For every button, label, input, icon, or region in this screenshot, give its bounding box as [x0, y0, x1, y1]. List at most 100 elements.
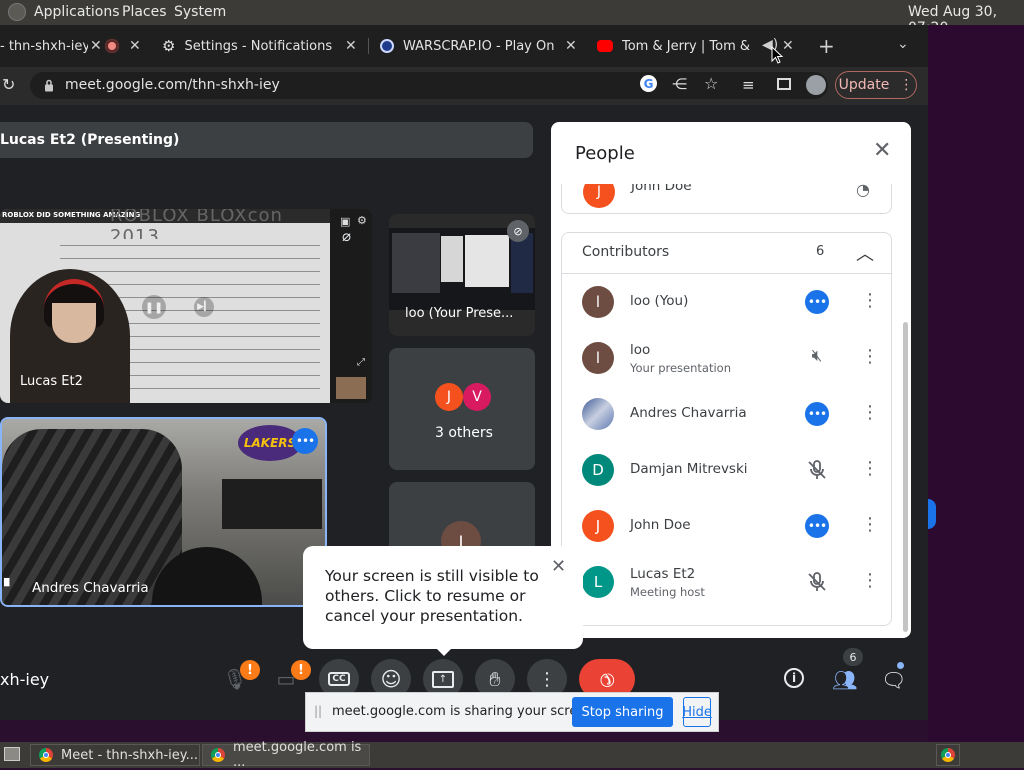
close-icon[interactable]: ✕	[873, 138, 891, 163]
partial-blue-button	[928, 499, 936, 529]
participant-row[interactable]: Andres Chavarria ••• ⋮	[561, 386, 881, 442]
settings-icon[interactable]: ⚙	[357, 214, 367, 227]
tile-others[interactable]: J V 3 others	[389, 348, 535, 470]
contributors-header[interactable]: Contributors 6 ︿	[562, 233, 891, 274]
preview-block	[441, 236, 463, 282]
system-menu[interactable]: System	[174, 4, 226, 20]
more-options-icon[interactable]: •••	[805, 290, 829, 314]
tray-chrome[interactable]	[936, 744, 960, 766]
tab-warscrap[interactable]: WARSCRAP.IO - Play Onl	[380, 25, 560, 67]
avatar-photo	[582, 398, 614, 430]
tab-close-icon[interactable]: ✕	[782, 38, 794, 54]
lock-icon[interactable]	[44, 79, 54, 92]
emoji-icon: ☺	[380, 667, 402, 691]
new-tab-icon[interactable]: +	[818, 34, 835, 58]
cursor-icon	[771, 46, 783, 64]
more-options-icon[interactable]: •••	[805, 402, 829, 426]
skip-icon[interactable]: ▶▎	[194, 297, 214, 317]
tab-close-icon[interactable]: ✕	[565, 38, 577, 54]
top-panel: Applications Places System Wed Aug 30, 0…	[0, 0, 1024, 36]
participant-row[interactable]: D Damjan Mitrevski ⋮	[561, 442, 881, 498]
chevron-down-icon[interactable]: ⌄	[897, 36, 909, 52]
kebab-menu-icon[interactable]: ⋮	[861, 403, 879, 423]
media-queue-icon[interactable]: ≡	[742, 76, 755, 94]
tile-name: Lucas Et2	[20, 374, 83, 389]
kebab-menu-icon[interactable]: ⋮	[861, 347, 879, 367]
tab-close-icon[interactable]: ✕	[90, 38, 102, 54]
mic-off-icon	[808, 460, 826, 479]
preview-block	[465, 235, 509, 287]
tab-close-icon[interactable]: ✕	[345, 38, 357, 54]
show-desktop-icon[interactable]	[4, 747, 20, 761]
participant-row[interactable]: J John Doe ••• ⋮	[561, 498, 881, 554]
omnibox[interactable]: meet.google.com/thn-shxh-iey G ⋲ ☆	[30, 72, 828, 99]
tile-lucas[interactable]: ROBLOX DID SOMETHING AMAZING ROBLOX BLOX…	[0, 209, 372, 403]
kebab-menu-icon: ⋮	[899, 77, 914, 93]
kebab-menu-icon[interactable]: ⋮	[861, 571, 879, 591]
side-panel-icon[interactable]	[777, 78, 791, 90]
people-icon[interactable]: 👥︎	[832, 668, 857, 692]
tab-youtube[interactable]: Tom & Jerry | Tom & Je	[597, 25, 757, 67]
warscrap-icon	[380, 39, 394, 53]
present-screen-icon: ↑	[432, 670, 454, 688]
close-icon[interactable]: ✕	[551, 556, 566, 577]
host-section: J John Doe ◔	[561, 184, 892, 214]
participant-name: John Doe	[630, 517, 691, 533]
places-menu[interactable]: Places	[122, 4, 167, 20]
stop-sharing-button[interactable]: Stop sharing	[572, 697, 673, 727]
address-bar: ↻ meet.google.com/thn-shxh-iey G ⋲ ☆ ≡ U…	[0, 67, 928, 105]
participant-row[interactable]: l loo Your presentation 🔇︎ ⋮	[561, 330, 881, 386]
pin-icon[interactable]: ▘	[4, 579, 15, 595]
scrollbar[interactable]	[903, 322, 908, 632]
participant-name: loo (You)	[630, 293, 689, 309]
tab-close-icon[interactable]: ✕	[129, 38, 141, 54]
participant-row[interactable]: l loo (You) ••• ⋮	[561, 274, 881, 330]
volume-off-icon: 🔇︎	[811, 346, 823, 366]
presenting-banner: Lucas Et2 (Presenting)	[0, 122, 533, 158]
reload-icon[interactable]: ↻	[2, 75, 15, 94]
info-icon[interactable]: i	[784, 668, 804, 688]
chrome-icon	[211, 748, 225, 762]
taskbar-item-sharing[interactable]: meet.google.com is ...	[202, 740, 370, 770]
hand-lower-icon[interactable]: ◔	[856, 184, 870, 199]
avatar: l	[582, 286, 614, 318]
chevron-up-icon[interactable]: ︿	[856, 240, 874, 266]
google-lens-icon[interactable]: G	[640, 75, 657, 92]
kebab-menu-icon[interactable]: ⋮	[861, 515, 879, 535]
kebab-menu-icon[interactable]: ⋮	[861, 291, 879, 311]
chat-notification-dot	[897, 662, 904, 669]
bookmark-star-icon[interactable]: ☆	[704, 74, 718, 93]
share-icon[interactable]: ⋲	[672, 75, 687, 93]
tab-title: WARSCRAP.IO - Play Onl	[403, 38, 555, 54]
tab-recording[interactable]	[105, 25, 125, 67]
panel-title: People	[575, 143, 635, 164]
taskbar: Meet - thn-shxh-iey... meet.google.com i…	[0, 740, 1024, 770]
people-count-badge: 6	[843, 648, 863, 666]
drag-handle-icon[interactable]: ||	[314, 704, 322, 718]
taskbar-item-meet[interactable]: Meet - thn-shxh-iey...	[30, 744, 200, 766]
update-button[interactable]: Update ⋮	[835, 71, 917, 99]
applications-menu[interactable]: Applications	[34, 4, 120, 20]
expand-icon[interactable]: ⤢	[357, 357, 365, 368]
url-text: meet.google.com/thn-shxh-iey	[65, 77, 280, 93]
tile-your-presentation[interactable]: ⊘ loo (Your Prese...	[389, 214, 535, 336]
pause-icon[interactable]: ❚❚	[142, 295, 166, 319]
hide-button[interactable]: Hide	[682, 697, 712, 727]
meeting-code: xh-iey	[0, 670, 50, 689]
hand-icon: ✋︎	[489, 667, 501, 691]
mic-off-icon	[808, 572, 826, 591]
more-options-icon[interactable]: •••	[805, 514, 829, 538]
chat-icon[interactable]: 🗨︎	[881, 668, 906, 692]
more-options-icon[interactable]: •••	[292, 428, 318, 454]
tab-meet[interactable]: - thn-shxh-iey	[0, 25, 88, 67]
participant-row[interactable]: L Lucas Et2 Meeting host ⋮	[561, 554, 881, 610]
tile-andres[interactable]: LAKERS ••• ▘ Andres Chavarria	[0, 417, 327, 607]
taskbar-label: Meet - thn-shxh-iey...	[61, 747, 199, 763]
kebab-menu-icon[interactable]: ⋮	[861, 459, 879, 479]
recording-icon	[105, 39, 119, 53]
captions-icon: CC	[328, 672, 350, 686]
distro-logo-icon[interactable]	[8, 3, 26, 21]
avatar: V	[463, 383, 491, 411]
profile-avatar[interactable]	[806, 75, 826, 95]
tab-settings[interactable]: ⚙ Settings - Notifications	[150, 25, 350, 67]
